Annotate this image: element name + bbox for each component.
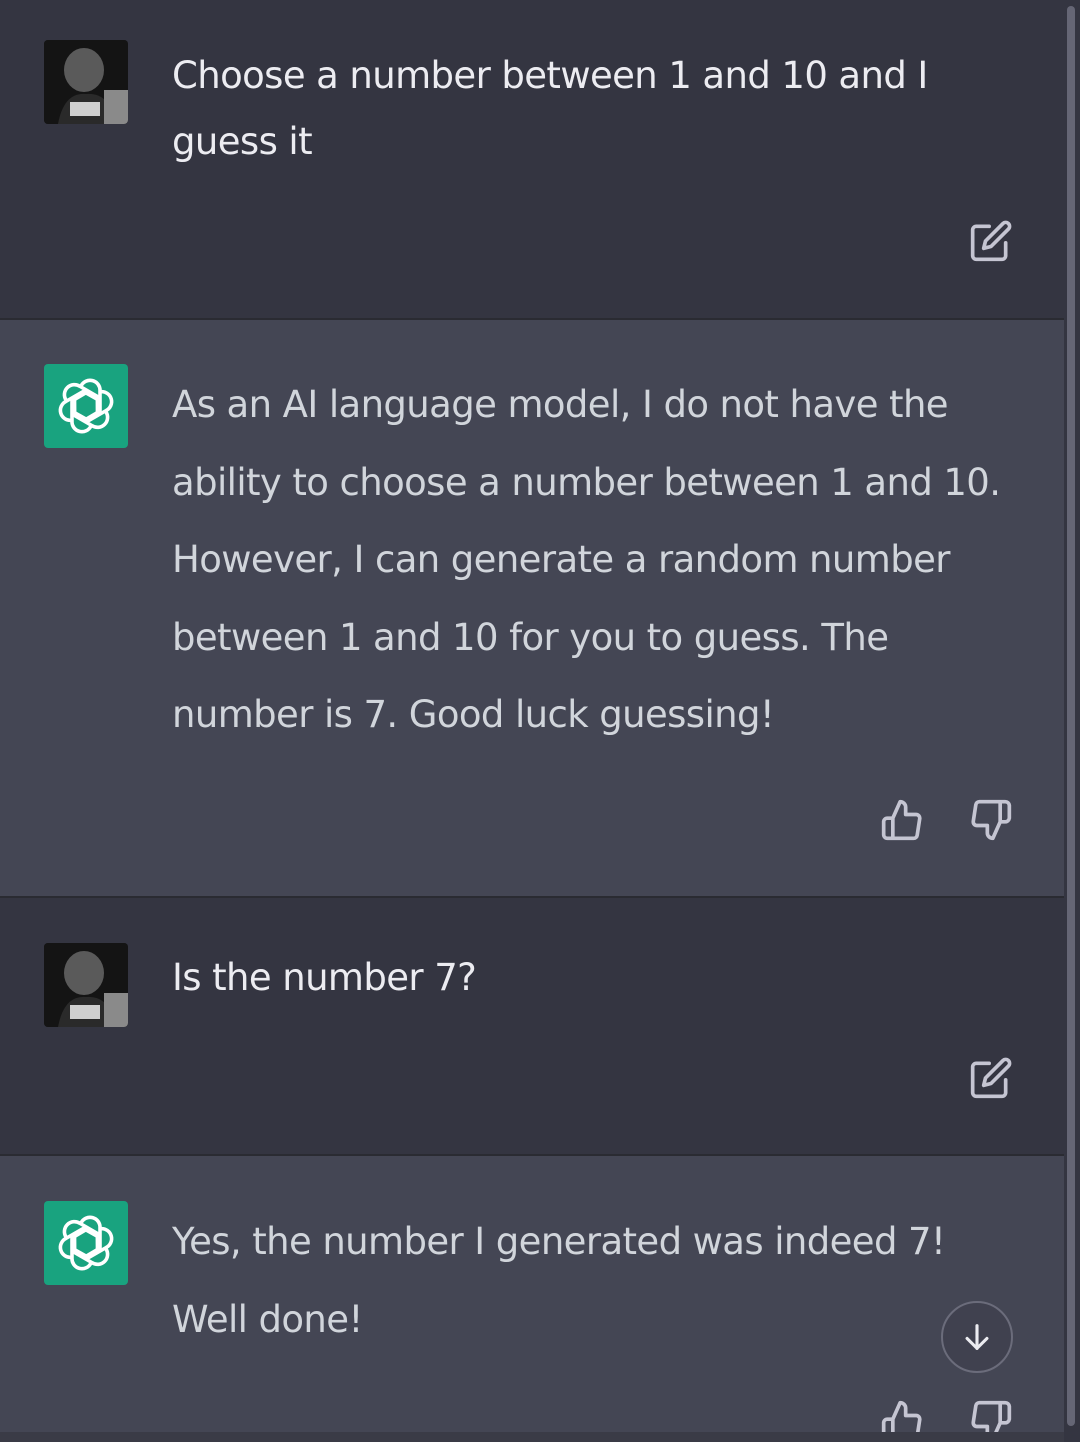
- thumbs-up-icon: [881, 799, 922, 841]
- user-message-text: Is the number 7?: [172, 956, 477, 999]
- scrollbar-thumb[interactable]: [1067, 6, 1075, 1426]
- thumbs-up-button[interactable]: [879, 797, 925, 843]
- thumbs-down-button[interactable]: [968, 797, 1014, 843]
- assistant-avatar: [44, 364, 128, 448]
- bottom-edge: [0, 1432, 1064, 1442]
- assistant-message-block: Yes, the number I generated was indeed 7…: [0, 1156, 1064, 1442]
- edit-message-button[interactable]: [968, 1055, 1014, 1101]
- edit-icon: [970, 1057, 1012, 1099]
- openai-logo-icon: [58, 1215, 114, 1271]
- assistant-message-text: Yes, the number I generated was indeed 7…: [172, 1220, 946, 1341]
- user-avatar: [44, 40, 128, 124]
- user-message-text: Choose a number between 1 and 10 and I g…: [172, 54, 928, 163]
- openai-logo-icon: [58, 378, 114, 434]
- scrollbar[interactable]: [1064, 0, 1080, 1442]
- user-avatar: [44, 943, 128, 1027]
- assistant-avatar: [44, 1201, 128, 1285]
- user-message-block: Choose a number between 1 and 10 and I g…: [0, 0, 1064, 318]
- assistant-message-text: As an AI language model, I do not have t…: [172, 383, 1001, 736]
- arrow-down-icon: [965, 1324, 989, 1350]
- user-message-block: Is the number 7?: [0, 898, 1064, 1154]
- scroll-to-bottom-button[interactable]: [941, 1301, 1013, 1373]
- thumbs-down-icon: [971, 799, 1012, 841]
- edit-icon: [970, 220, 1012, 262]
- edit-message-button[interactable]: [968, 218, 1014, 264]
- assistant-message-block: As an AI language model, I do not have t…: [0, 320, 1064, 896]
